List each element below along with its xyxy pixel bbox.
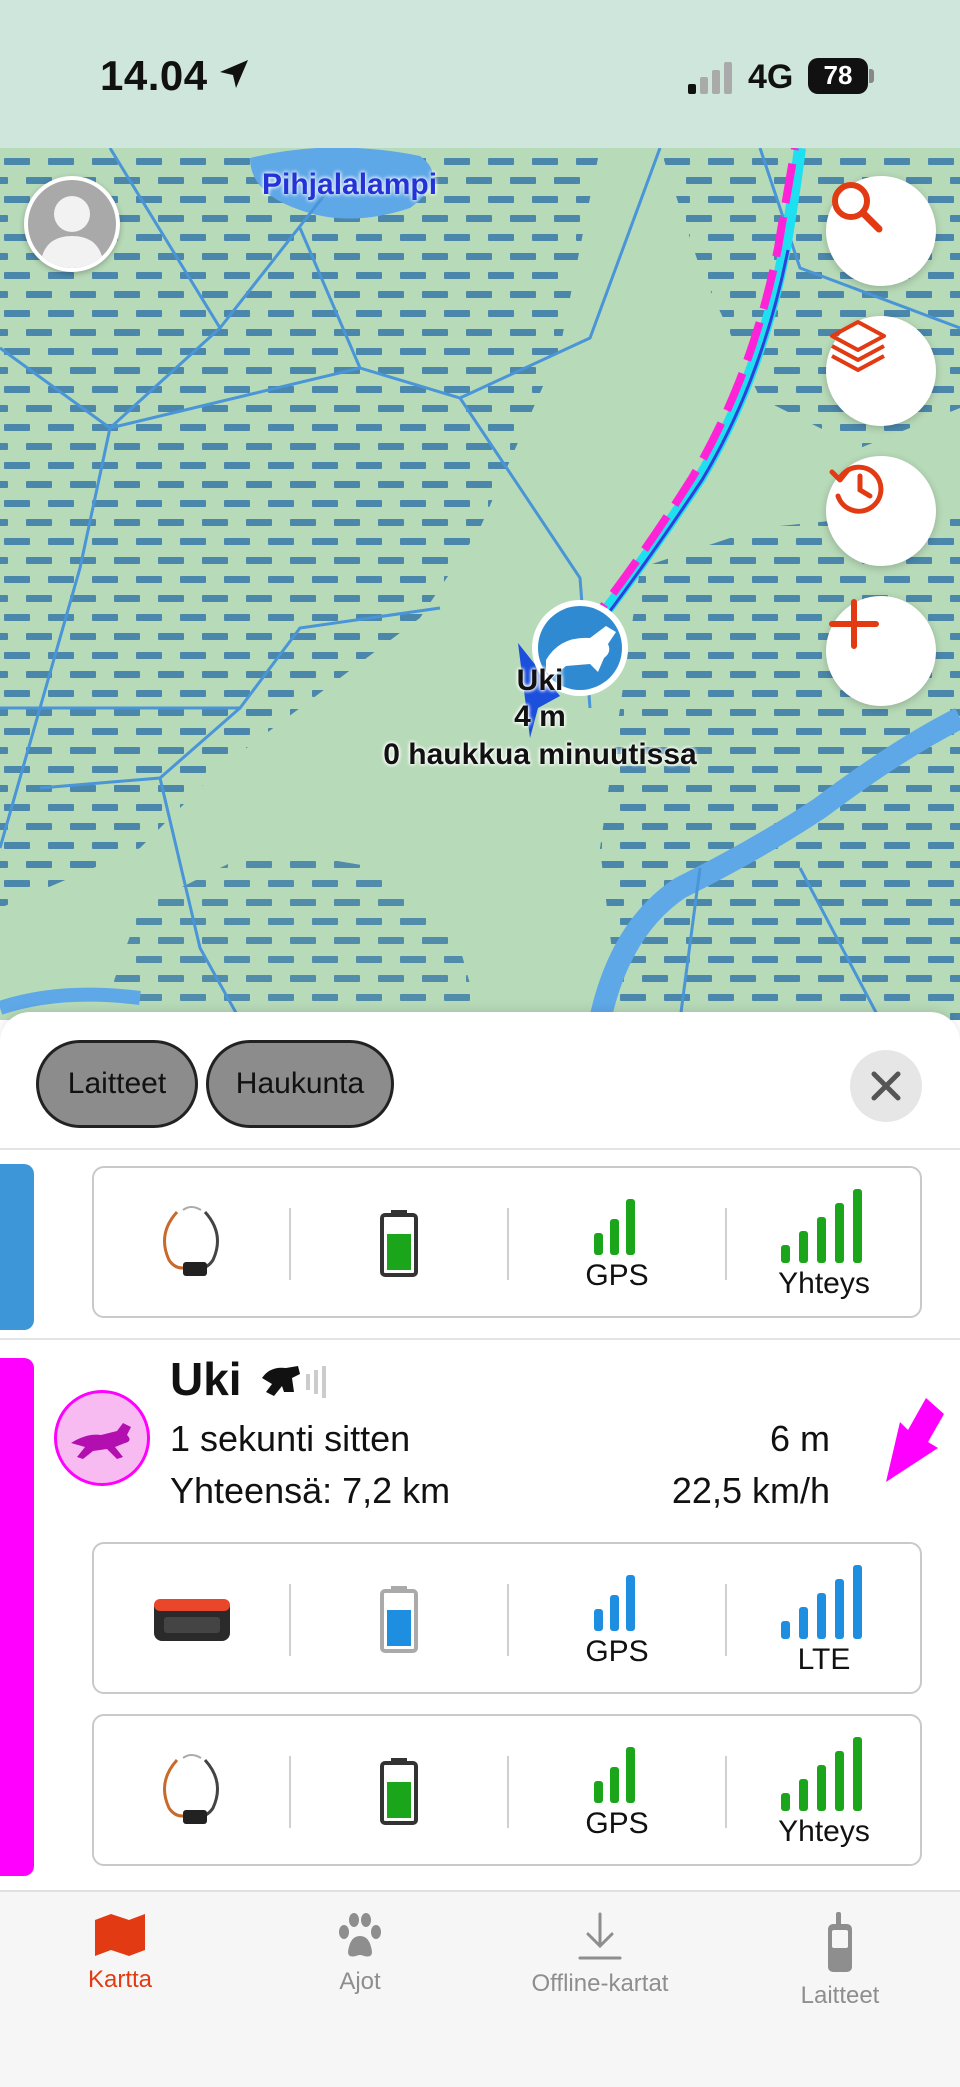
tracker-device-icon bbox=[154, 1599, 230, 1641]
collar-icon bbox=[163, 1206, 219, 1276]
profile-avatar[interactable] bbox=[24, 176, 120, 272]
lte-signal-icon bbox=[781, 1565, 862, 1639]
handheld-device-icon bbox=[828, 1912, 852, 1972]
tab-devices[interactable]: Laitteet bbox=[720, 1912, 960, 2010]
dog-last-seen: 1 sekunti sitten bbox=[170, 1418, 411, 1459]
collar-link: Yhteys bbox=[726, 1716, 922, 1868]
collar-icon bbox=[163, 1754, 219, 1824]
collar-link: Yhteys bbox=[726, 1168, 922, 1320]
battery-percent: 78 bbox=[823, 60, 853, 90]
battery-icon bbox=[380, 1210, 418, 1277]
link-label: Yhteys bbox=[778, 1267, 870, 1300]
history-button[interactable] bbox=[826, 456, 936, 566]
collar-gps: GPS bbox=[508, 1168, 726, 1320]
lake-label: Pihjalalampi bbox=[262, 168, 438, 201]
tab-label: Laitteet bbox=[800, 1982, 880, 2009]
battery-icon bbox=[380, 1758, 418, 1825]
dog-avatar[interactable] bbox=[54, 1390, 150, 1486]
tab-bar: Kartta Ajot Offline-kartat Laitteet bbox=[0, 1890, 960, 2087]
search-icon bbox=[832, 182, 883, 233]
paw-icon bbox=[339, 1913, 381, 1957]
device-card-collar-2[interactable]: GPS Yhteys bbox=[92, 1714, 922, 1866]
dog-distance: 6 m bbox=[769, 1418, 830, 1459]
link-label: Yhteys bbox=[778, 1815, 870, 1848]
collar-image bbox=[94, 1716, 290, 1868]
cell-signal-icon bbox=[688, 62, 732, 94]
chip-devices[interactable]: Laitteet bbox=[36, 1040, 198, 1128]
collar-battery bbox=[290, 1716, 508, 1868]
history-icon bbox=[829, 464, 884, 514]
tracker-gps: GPS bbox=[508, 1544, 726, 1696]
collar-gps: GPS bbox=[508, 1716, 726, 1868]
map-dog-name: Uki bbox=[516, 664, 564, 697]
tab-label: Ajot bbox=[339, 1968, 381, 1995]
status-bar: 14.04 4G 78 bbox=[0, 0, 960, 148]
device-card-tracker[interactable]: GPS LTE bbox=[92, 1542, 922, 1694]
divider bbox=[0, 1338, 960, 1340]
tab-runs[interactable]: Ajot bbox=[240, 1912, 480, 1996]
tracker-image bbox=[94, 1544, 290, 1696]
device-color-bar bbox=[0, 1164, 34, 1330]
bottom-sheet[interactable]: Laitteet Haukunta GPS Yhteys Uki 1 sekun… bbox=[0, 1012, 960, 1890]
dog-color-bar bbox=[0, 1358, 34, 1876]
layers-icon bbox=[830, 320, 886, 372]
link-label: LTE bbox=[797, 1643, 851, 1676]
gps-signal-icon bbox=[594, 1575, 635, 1631]
direction-arrow-icon bbox=[886, 1398, 944, 1482]
gps-label: GPS bbox=[585, 1807, 649, 1840]
dog-name[interactable]: Uki bbox=[170, 1352, 242, 1406]
layers-button[interactable] bbox=[826, 316, 936, 426]
collar-image bbox=[94, 1168, 290, 1320]
tracker-link: LTE bbox=[726, 1544, 922, 1696]
link-signal-icon bbox=[781, 1189, 862, 1263]
location-arrow-icon bbox=[220, 60, 248, 88]
map-dog-distance: 4 m bbox=[514, 700, 566, 733]
gps-label: GPS bbox=[585, 1635, 649, 1668]
device-card-collar[interactable]: GPS Yhteys bbox=[92, 1166, 922, 1318]
map-canvas[interactable] bbox=[0, 148, 960, 1020]
tab-map[interactable]: Kartta bbox=[0, 1912, 240, 1994]
map-icon bbox=[95, 1914, 145, 1956]
gps-signal-icon bbox=[594, 1747, 635, 1803]
status-time: 14.04 bbox=[100, 52, 208, 99]
battery-icon bbox=[380, 1586, 418, 1653]
running-dog-icon bbox=[71, 1423, 131, 1459]
link-signal-icon bbox=[781, 1737, 862, 1811]
tab-label: Kartta bbox=[87, 1966, 153, 1993]
gps-signal-icon bbox=[594, 1199, 635, 1255]
dog-speed: 22,5 km/h bbox=[671, 1470, 830, 1511]
gps-label: GPS bbox=[585, 1259, 649, 1292]
add-button[interactable] bbox=[826, 596, 936, 706]
tab-offline-maps[interactable]: Offline-kartat bbox=[480, 1912, 720, 1998]
battery-indicator: 78 bbox=[808, 58, 874, 94]
close-icon bbox=[871, 1071, 901, 1101]
close-button[interactable] bbox=[850, 1050, 922, 1122]
map-view[interactable]: Pihjalalampi Uki 4 m 0 haukkua minuutiss… bbox=[0, 148, 960, 1020]
tab-label: Offline-kartat bbox=[531, 1970, 669, 1997]
search-button[interactable] bbox=[826, 176, 936, 286]
divider bbox=[0, 1148, 960, 1150]
collar-battery bbox=[290, 1168, 508, 1320]
plus-icon bbox=[829, 599, 879, 649]
dog-total-distance: Yhteensä: 7,2 km bbox=[170, 1470, 451, 1511]
download-icon bbox=[578, 1912, 622, 1960]
chip-barking[interactable]: Haukunta bbox=[206, 1040, 394, 1128]
tracker-battery bbox=[290, 1544, 508, 1696]
network-type: 4G bbox=[748, 58, 794, 96]
map-dog-barks: 0 haukkua minuutissa bbox=[383, 738, 697, 771]
bark-indicator-icon bbox=[262, 1366, 326, 1398]
